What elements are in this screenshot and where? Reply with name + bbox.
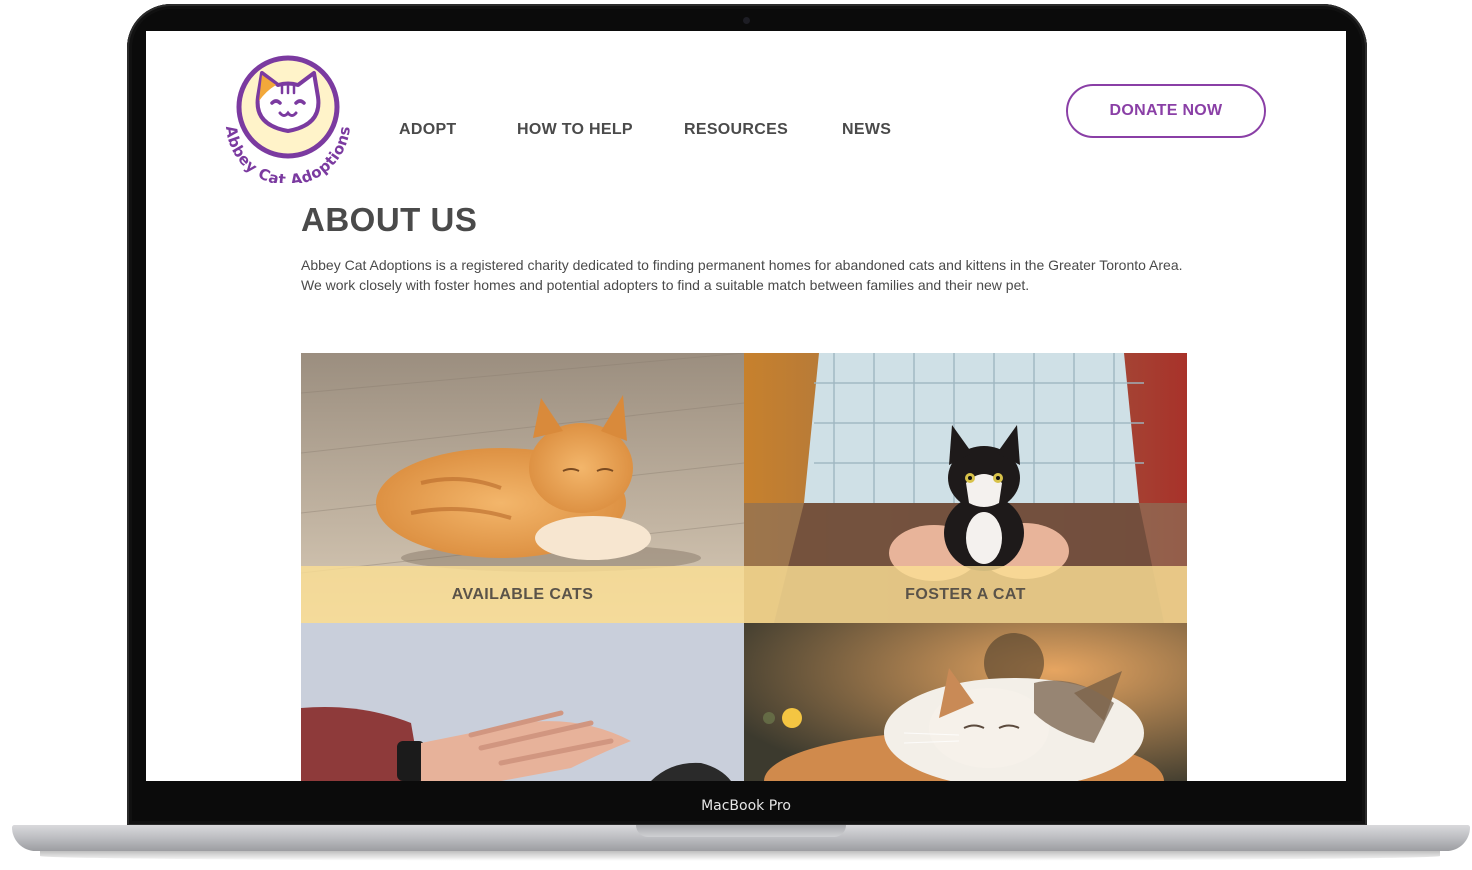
tile-foster-a-cat[interactable]: FOSTER A CAT xyxy=(744,353,1187,623)
website-screen: Abbey Cat Adoptions ADOPT HOW TO HELP RE… xyxy=(146,31,1346,781)
nav-resources[interactable]: RESOURCES xyxy=(684,121,788,139)
nav-adopt[interactable]: ADOPT xyxy=(399,121,457,139)
tile-band: AVAILABLE CATS xyxy=(301,566,744,623)
nav-news[interactable]: NEWS xyxy=(842,121,891,139)
laptop-notch xyxy=(636,825,846,837)
cat-logo-icon: Abbey Cat Adoptions xyxy=(222,55,354,189)
sleeping-cat-photo xyxy=(744,623,1187,781)
about-paragraph: Abbey Cat Adoptions is a registered char… xyxy=(301,257,1183,293)
nav-how-to-help[interactable]: HOW TO HELP xyxy=(517,121,633,139)
tile-label-available-cats: AVAILABLE CATS xyxy=(451,585,594,603)
tile-sleeping-cat-photo[interactable] xyxy=(744,623,1187,781)
tile-available-cats[interactable]: AVAILABLE CATS xyxy=(301,353,744,623)
laptop-mockup: MacBook Pro Abbey Cat Adoptions ADOPT HO… xyxy=(0,0,1472,870)
donate-now-button[interactable]: DONATE NOW xyxy=(1066,84,1266,138)
page-title: ABOUT US xyxy=(301,201,478,238)
device-label: MacBook Pro xyxy=(701,798,791,814)
site-logo[interactable]: Abbey Cat Adoptions xyxy=(218,51,358,189)
laptop-shadow xyxy=(40,851,1440,861)
hands-photo xyxy=(301,623,744,781)
tile-hands-photo[interactable] xyxy=(301,623,744,781)
tile-band: FOSTER A CAT xyxy=(744,566,1187,623)
tile-label-foster-a-cat: FOSTER A CAT xyxy=(905,585,1026,603)
webcam xyxy=(743,17,750,24)
